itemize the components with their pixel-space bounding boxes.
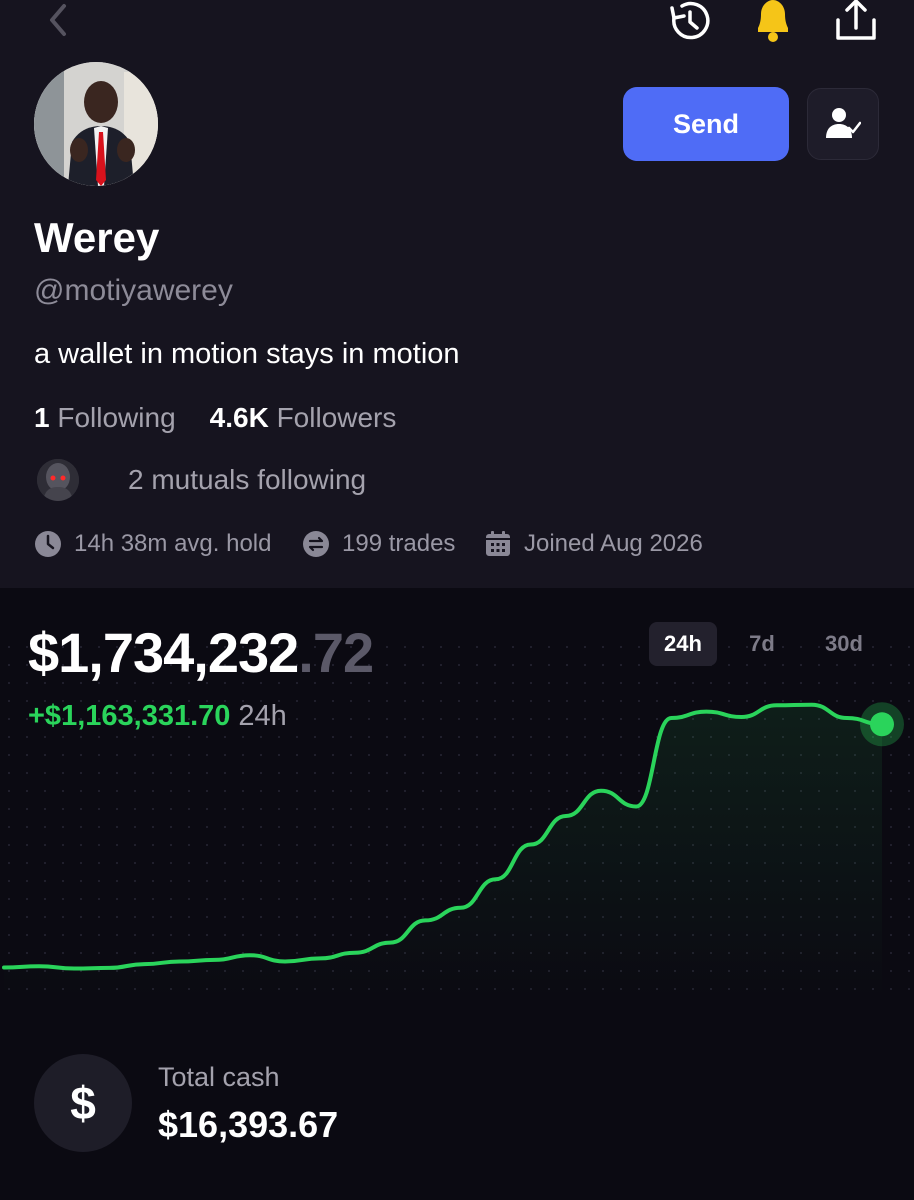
follow-toggle-button[interactable] bbox=[807, 88, 879, 160]
dollar-icon: $ bbox=[34, 1054, 132, 1152]
cash-label: Total cash bbox=[158, 1062, 280, 1092]
balance-whole: $1,734,232 bbox=[28, 621, 299, 684]
following-count: 1 bbox=[34, 402, 50, 433]
history-icon[interactable] bbox=[664, 0, 716, 46]
followers-label: Followers bbox=[276, 402, 397, 433]
avg-hold-text: 14h 38m avg. hold bbox=[74, 530, 272, 557]
display-name: Werey bbox=[34, 214, 160, 261]
following-label: Following bbox=[57, 402, 176, 433]
followers-count: 4.6K bbox=[209, 402, 269, 433]
trades-count: 199 trades bbox=[302, 530, 484, 558]
cash-value: $16,393.67 bbox=[158, 1104, 339, 1145]
meta-row: 14h 38m avg. hold 199 trades Joined Aug … bbox=[34, 530, 703, 558]
mutual-avatar[interactable] bbox=[37, 459, 79, 501]
change-value: +$1,163,331.70 bbox=[28, 700, 231, 732]
range-tabs: 24h 7d 30d bbox=[649, 622, 881, 666]
mutuals-text[interactable]: 2 mutuals following bbox=[128, 464, 366, 496]
bell-icon[interactable] bbox=[748, 0, 798, 46]
portfolio-balance: $1,734,232.72 bbox=[28, 620, 374, 685]
avatar[interactable] bbox=[34, 62, 158, 186]
trades-text: 199 trades bbox=[342, 530, 456, 557]
followers-link[interactable]: 4.6K Followers bbox=[210, 402, 397, 434]
swap-icon bbox=[303, 531, 329, 557]
balance-change: +$1,163,331.70 24h bbox=[28, 700, 287, 733]
range-tab-24h[interactable]: 24h bbox=[649, 622, 717, 666]
range-tab-30d[interactable]: 30d bbox=[807, 622, 881, 666]
chart-endpoint-marker[interactable] bbox=[870, 712, 894, 737]
calendar-icon bbox=[486, 531, 510, 556]
range-tab-7d[interactable]: 7d bbox=[717, 622, 807, 666]
balance-cents: .72 bbox=[298, 621, 374, 684]
bio: a wallet in motion stays in motion bbox=[34, 338, 460, 370]
username: @motiyawerey bbox=[34, 274, 233, 307]
change-period: 24h bbox=[238, 700, 287, 732]
follow-stats: 1 Following 4.6K Followers bbox=[34, 402, 396, 434]
following-link[interactable]: 1 Following bbox=[34, 402, 176, 434]
joined-date: Joined Aug 2026 bbox=[484, 530, 703, 558]
joined-text: Joined Aug 2026 bbox=[524, 530, 703, 557]
user-check-icon bbox=[826, 108, 861, 138]
chevron-left-icon[interactable] bbox=[40, 0, 76, 40]
send-button[interactable]: Send bbox=[623, 87, 789, 161]
clock-icon bbox=[35, 531, 61, 557]
share-icon[interactable] bbox=[830, 0, 882, 46]
avg-hold: 14h 38m avg. hold bbox=[34, 530, 302, 558]
